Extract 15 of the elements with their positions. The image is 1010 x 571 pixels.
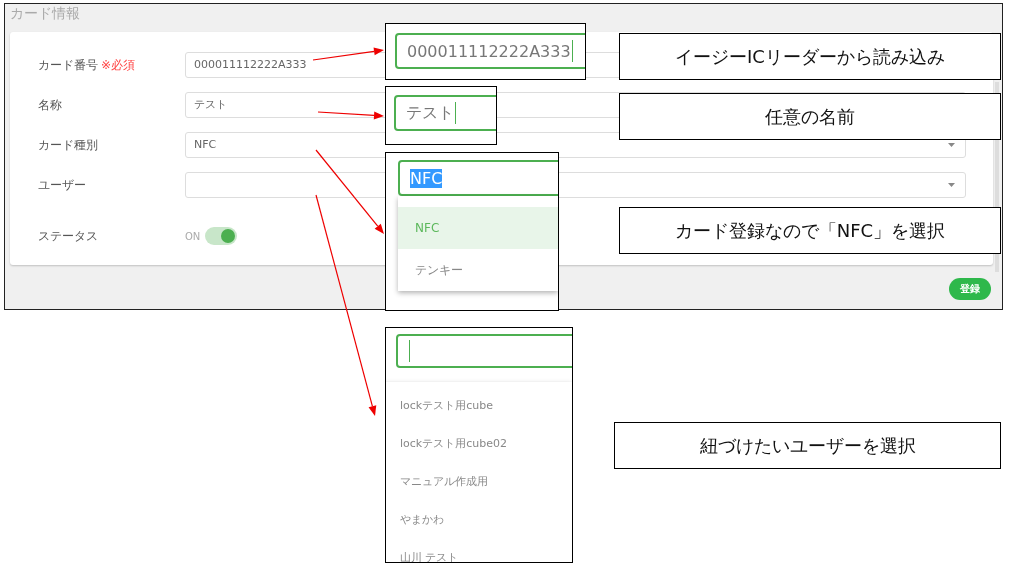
field-value: 000011112222A333 (407, 41, 571, 61)
selected-text: NFC (410, 168, 443, 188)
callout-tooltip: 任意の名前 (619, 93, 1001, 140)
field-value: テスト (406, 102, 454, 124)
callout-tooltip: 紐づけたいユーザーを選択 (614, 422, 1001, 469)
field-label: 名称 (38, 97, 62, 113)
section-title: カード情報 (10, 5, 80, 21)
field-label: ステータス (38, 228, 98, 244)
toggle-label: ON (185, 230, 201, 242)
field-label: カード番号 (38, 57, 98, 73)
callout-tooltip: カード登録なので「NFC」を選択 (619, 207, 1001, 254)
field-label: ユーザー (38, 177, 86, 193)
field-label: カード種別 (38, 137, 98, 153)
callout-tooltip: イージーICリーダーから読み込み (619, 33, 1001, 80)
required-mark: ※必須 (101, 57, 136, 73)
